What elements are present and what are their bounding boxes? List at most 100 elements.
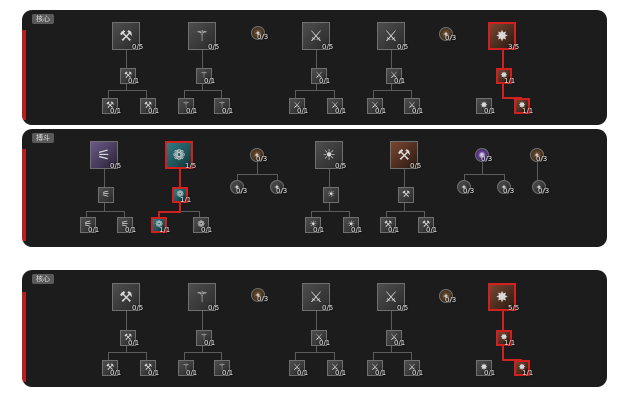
- panel-tag: 核心: [32, 14, 54, 24]
- skill-icon: ✸: [495, 27, 509, 45]
- connector-line: [257, 162, 258, 174]
- connector-line: [391, 346, 392, 352]
- skill-rank-count: 0/1: [394, 339, 406, 347]
- skill-icon: ⚒: [397, 146, 411, 164]
- connector-line: [237, 174, 277, 175]
- skill-rank-count: 0/5: [335, 162, 347, 170]
- skill-icon: ❁: [172, 146, 186, 164]
- skill-rank-count: 0/1: [201, 226, 213, 234]
- skill-rank-count: 0/5: [410, 162, 422, 170]
- skill-rank-count: 0/1: [148, 107, 160, 115]
- skill-icon: ⚒: [401, 190, 411, 200]
- skill-rank-count: 0/1: [204, 339, 216, 347]
- connector-line: [108, 352, 146, 353]
- connector-line: [386, 211, 424, 212]
- skill-icon: ⚚: [195, 288, 209, 306]
- skill-rank-count: 0/1: [313, 226, 325, 234]
- connector-line: [202, 84, 203, 91]
- connector-line: [146, 90, 147, 98]
- skill-rank-count: 0/5: [208, 43, 220, 51]
- active-connector-line: [502, 84, 504, 98]
- panel-tag: 核心: [32, 274, 54, 284]
- skill-icon: ☀: [322, 146, 336, 164]
- skill-icon: ⚟: [97, 146, 111, 164]
- skill-rank-count: 0/5: [322, 43, 334, 51]
- connector-line: [373, 90, 411, 91]
- skill-rank-count: 0/1: [412, 369, 424, 377]
- skill-icon: ⚚: [195, 27, 209, 45]
- skill-icon: ⚒: [119, 27, 133, 45]
- skill-rank-count: 0/1: [412, 107, 424, 115]
- connector-line: [391, 50, 392, 68]
- skill-rank-count: 0/5: [132, 304, 144, 312]
- skill-rank-count: 1/1: [504, 77, 516, 85]
- skill-rank-count: 0/1: [351, 226, 363, 234]
- skill-icon: ⚔: [384, 288, 398, 306]
- active-connector-line: [502, 346, 504, 360]
- connector-line: [482, 162, 483, 174]
- connector-line: [311, 211, 349, 212]
- skill-rank-count: 0/3: [463, 187, 475, 195]
- active-connector-line: [502, 50, 504, 68]
- skill-rank-count: 0/1: [125, 226, 137, 234]
- connector-line: [126, 311, 127, 330]
- connector-line: [391, 84, 392, 91]
- skill-rank-count: 0/1: [186, 369, 198, 377]
- connector-line: [334, 90, 335, 98]
- skill-rank-count: 0/1: [222, 107, 234, 115]
- skill-rank-count: 0/1: [484, 107, 496, 115]
- skill-rank-count: 1/1: [522, 369, 534, 377]
- skill-rank-count: 0/3: [257, 33, 269, 41]
- connector-line: [202, 50, 203, 68]
- skill-rank-count: 0/1: [148, 369, 160, 377]
- skill-rank-count: 0/1: [394, 77, 406, 85]
- skill-rank-count: 0/1: [110, 369, 122, 377]
- skill-icon: ⚔: [309, 27, 323, 45]
- skill-rank-count: 1/1: [504, 339, 516, 347]
- connector-line: [404, 169, 405, 187]
- skill-rank-count: 1/1: [180, 196, 192, 204]
- connector-line: [126, 84, 127, 91]
- skill-node-sm[interactable]: ⚟: [98, 187, 114, 203]
- connector-line: [295, 90, 335, 91]
- skill-rank-count: 1/1: [159, 226, 171, 234]
- connector-line: [181, 211, 199, 212]
- connector-line: [316, 346, 317, 352]
- panel-accent-bar: [22, 149, 26, 241]
- skill-icon: ✸: [495, 288, 509, 306]
- skill-rank-count: 0/1: [204, 77, 216, 85]
- skill-rank-count: 0/5: [208, 304, 220, 312]
- skill-rank-count: 0/1: [297, 107, 309, 115]
- skill-rank-count: 0/3: [256, 155, 268, 163]
- connector-line: [126, 346, 127, 352]
- skill-icon: ⚔: [309, 288, 323, 306]
- skill-rank-count: 0/3: [538, 187, 550, 195]
- skill-rank-count: 0/5: [132, 43, 144, 51]
- connector-line: [104, 169, 105, 187]
- connector-line: [316, 50, 317, 68]
- skill-rank-count: 0/1: [297, 369, 309, 377]
- skill-rank-count: 0/1: [426, 226, 438, 234]
- skill-rank-count: 0/3: [445, 34, 457, 42]
- skill-rank-count: 0/1: [375, 369, 387, 377]
- skill-rank-count: 0/1: [88, 226, 100, 234]
- skill-rank-count: 0/1: [388, 226, 400, 234]
- connector-line: [329, 203, 330, 211]
- skill-rank-count: 0/5: [397, 43, 409, 51]
- skill-node-sm[interactable]: ⚒: [398, 187, 414, 203]
- connector-line: [184, 90, 222, 91]
- panel-accent-bar: [22, 30, 26, 120]
- skill-node-sm[interactable]: ☀: [323, 187, 339, 203]
- skill-rank-count: 0/5: [322, 304, 334, 312]
- connector-line: [146, 352, 147, 360]
- connector-line: [373, 352, 411, 353]
- connector-line: [295, 352, 296, 360]
- skill-rank-count: 0/1: [222, 369, 234, 377]
- skill-rank-count: 3/5: [508, 43, 520, 51]
- connector-line: [202, 311, 203, 330]
- skill-rank-count: 0/3: [536, 155, 548, 163]
- connector-line: [221, 90, 222, 98]
- connector-line: [108, 90, 146, 91]
- skill-icon: ⚒: [119, 288, 133, 306]
- skill-rank-count: 0/1: [110, 107, 122, 115]
